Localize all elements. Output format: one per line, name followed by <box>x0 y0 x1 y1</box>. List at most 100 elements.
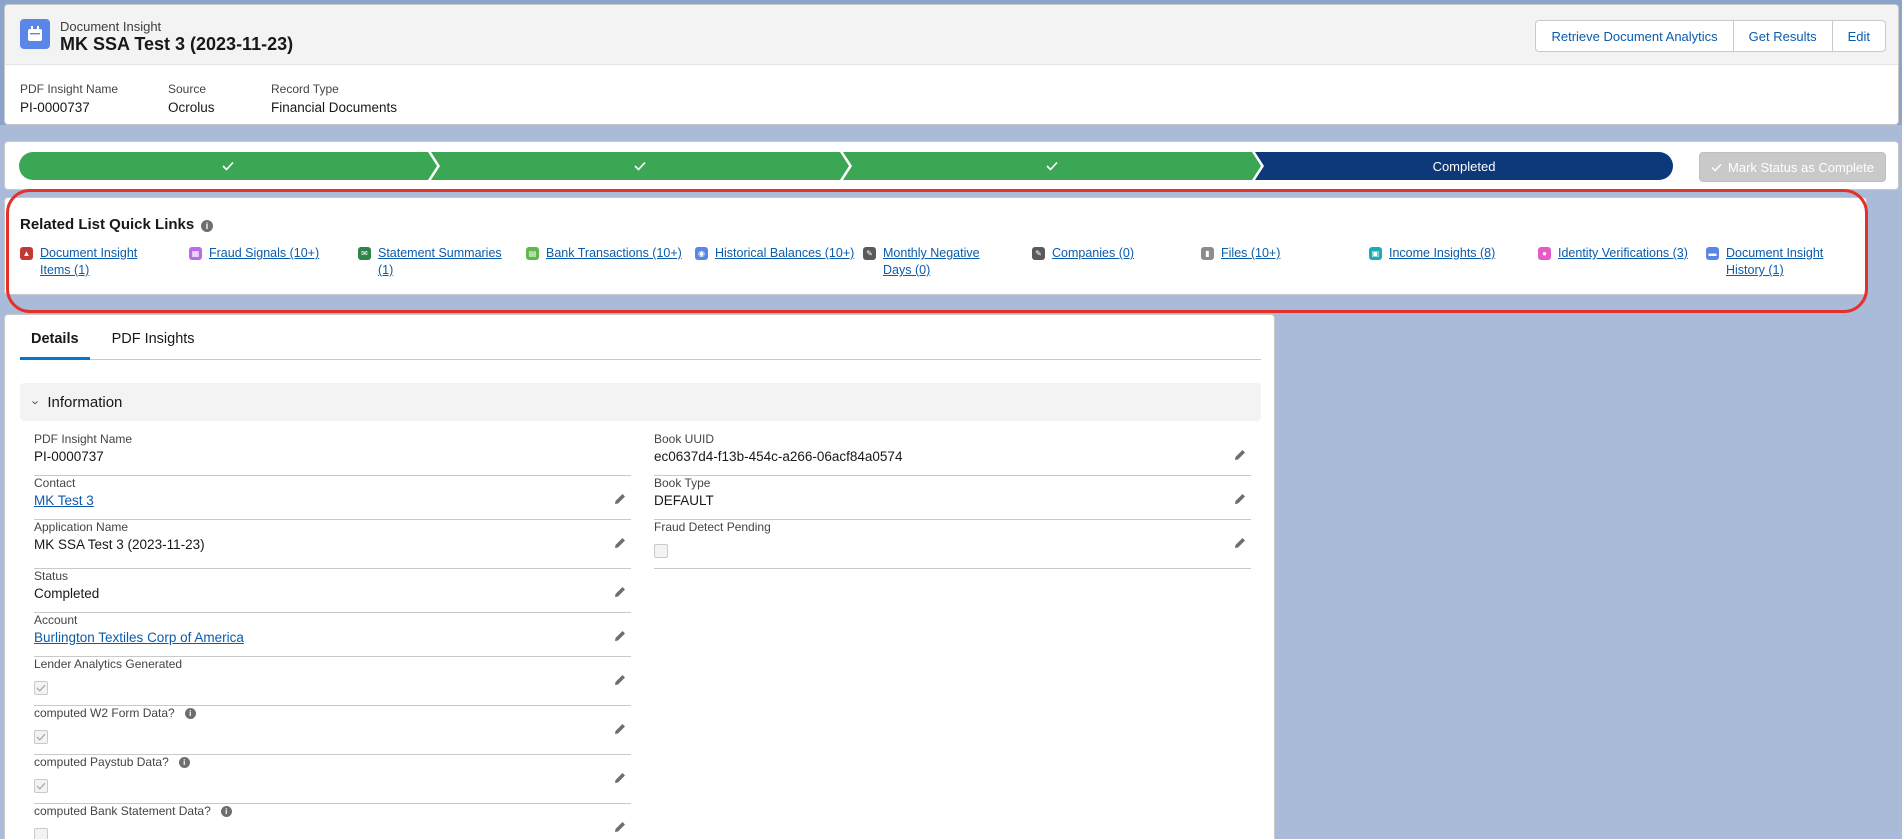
field-label: Account <box>34 613 78 627</box>
info-icon[interactable]: i <box>201 220 213 232</box>
field-computed-paystub-data: computed Paystub Data? i <box>34 755 631 804</box>
field-computed-w2-form-data: computed W2 Form Data? i <box>34 706 631 755</box>
section-title: Information <box>47 393 123 411</box>
field-value: DEFAULT <box>654 493 714 508</box>
quick-link-statement-summaries[interactable]: ✉ Statement Summaries (1) <box>358 245 518 279</box>
mark-complete-label: Mark Status as Complete <box>1728 159 1874 175</box>
highlight-value: Ocrolus <box>168 100 215 115</box>
quick-link-monthly-negative-days[interactable]: ✎ Monthly Negative Days (0) <box>863 245 993 279</box>
related-list-quick-links: Related List Quick Links i ▲ Document In… <box>4 197 1867 295</box>
current-stage-label: Completed <box>1432 158 1496 174</box>
pencil-icon[interactable] <box>1233 536 1247 550</box>
field-label-text: computed Bank Statement Data? <box>34 804 211 818</box>
pencil-icon[interactable] <box>1233 492 1247 506</box>
status-path: Completed Mark Status as Complete <box>4 141 1899 190</box>
checked-checkbox <box>34 681 48 695</box>
field-label: Application Name <box>34 520 129 534</box>
quick-link-label[interactable]: Document Insight Items (1) <box>40 245 160 279</box>
field-pdf-insight-name: PDF Insight Name PI-0000737 <box>34 432 631 476</box>
field-label: computed W2 Form Data? i <box>34 706 196 720</box>
edit-button[interactable]: Edit <box>1831 20 1886 52</box>
tab-pdf-insights[interactable]: PDF Insights <box>101 325 206 360</box>
quick-link-document-insight-history[interactable]: ▬ Document Insight History (1) <box>1706 245 1851 279</box>
highlight-value: Financial Documents <box>271 100 398 115</box>
info-icon[interactable]: i <box>178 756 190 768</box>
file-icon: ▮ <box>1201 247 1214 260</box>
document-insight-history-icon: ▬ <box>1706 247 1719 260</box>
quick-link-label[interactable]: Fraud Signals (10+) <box>209 245 319 262</box>
pencil-icon[interactable] <box>613 820 627 834</box>
field-account: Account Burlington Textiles Corp of Amer… <box>34 613 631 657</box>
quick-link-label[interactable]: Monthly Negative Days (0) <box>883 245 993 279</box>
get-results-button[interactable]: Get Results <box>1732 20 1833 52</box>
field-computed-bank-statement-data: computed Bank Statement Data? i <box>34 804 631 839</box>
path-stages: Completed <box>19 152 1673 180</box>
info-icon[interactable]: i <box>184 707 196 719</box>
check-icon <box>222 161 234 171</box>
quick-link-label[interactable]: Document Insight History (1) <box>1726 245 1851 279</box>
field-status: Status Completed <box>34 569 631 613</box>
field-label: Book UUID <box>654 432 715 446</box>
path-stage-current[interactable]: Completed <box>1255 152 1673 180</box>
field-label: Fraud Detect Pending <box>654 520 771 534</box>
record-header: Document Insight MK SSA Test 3 (2023-11-… <box>4 4 1899 125</box>
info-icon[interactable]: i <box>220 805 232 817</box>
pencil-icon[interactable] <box>1233 448 1247 462</box>
highlight-label: Record Type <box>271 82 339 96</box>
quick-link-historical-balances[interactable]: ◉ Historical Balances (10+) <box>695 245 855 262</box>
path-stage-completed-1[interactable] <box>19 152 437 180</box>
contact-link[interactable]: MK Test 3 <box>34 493 94 508</box>
checked-checkbox <box>34 779 48 793</box>
quick-links-title: Related List Quick Links <box>20 216 195 233</box>
mark-status-complete-button[interactable]: Mark Status as Complete <box>1699 152 1886 182</box>
quick-link-income-insights[interactable]: ▣ Income Insights (8) <box>1369 245 1519 262</box>
field-label: PDF Insight Name <box>34 432 133 446</box>
retrieve-document-analytics-button[interactable]: Retrieve Document Analytics <box>1535 20 1734 52</box>
unchecked-checkbox <box>34 828 48 839</box>
field-value: PI-0000737 <box>34 449 104 464</box>
field-fraud-detect-pending: Fraud Detect Pending <box>654 520 1251 569</box>
record-detail-panel: Details PDF Insights › Information PDF I… <box>4 314 1275 839</box>
check-icon <box>36 733 46 741</box>
quick-link-document-insight-items[interactable]: ▲ Document Insight Items (1) <box>20 245 160 279</box>
field-label: Contact <box>34 476 76 490</box>
field-contact: Contact MK Test 3 <box>34 476 631 520</box>
quick-link-label[interactable]: Files (10+) <box>1221 245 1280 262</box>
quick-link-label[interactable]: Bank Transactions (10+) <box>546 245 682 262</box>
quick-link-label[interactable]: Companies (0) <box>1052 245 1134 262</box>
section-information-header[interactable]: › Information <box>20 383 1261 421</box>
tab-details[interactable]: Details <box>20 325 90 360</box>
quick-link-label[interactable]: Income Insights (8) <box>1389 245 1495 262</box>
income-insights-icon: ▣ <box>1369 247 1382 260</box>
field-book-type: Book Type DEFAULT <box>654 476 1251 520</box>
chevron-down-icon: › <box>28 399 44 405</box>
quick-link-label[interactable]: Historical Balances (10+) <box>715 245 854 262</box>
path-stage-completed-2[interactable] <box>431 152 849 180</box>
unchecked-checkbox <box>654 544 668 558</box>
quick-link-files[interactable]: ▮ Files (10+) <box>1201 245 1341 262</box>
field-label: Lender Analytics Generated <box>34 657 183 671</box>
identity-verifications-icon: ● <box>1538 247 1551 260</box>
quick-link-label[interactable]: Statement Summaries (1) <box>378 245 518 279</box>
quick-link-bank-transactions[interactable]: ▤ Bank Transactions (10+) <box>526 245 686 262</box>
quick-link-label[interactable]: Identity Verifications (3) <box>1558 245 1688 262</box>
pencil-icon[interactable] <box>613 771 627 785</box>
path-stage-completed-3[interactable] <box>843 152 1261 180</box>
quick-link-identity-verifications[interactable]: ● Identity Verifications (3) <box>1538 245 1698 262</box>
wrench-icon: ✎ <box>863 247 876 260</box>
document-insight-icon <box>20 19 50 49</box>
highlight-pdf-insight-name: PDF Insight Name PI-0000737 <box>20 82 118 115</box>
pencil-icon[interactable] <box>613 673 627 687</box>
pencil-icon[interactable] <box>613 722 627 736</box>
quick-link-companies[interactable]: ✎ Companies (0) <box>1032 245 1172 262</box>
quick-link-fraud-signals[interactable]: ▦ Fraud Signals (10+) <box>189 245 339 262</box>
check-icon <box>1046 161 1058 171</box>
field-label: Book Type <box>654 476 711 490</box>
check-icon <box>634 161 646 171</box>
pencil-icon[interactable] <box>613 629 627 643</box>
account-link[interactable]: Burlington Textiles Corp of America <box>34 630 244 645</box>
pencil-icon[interactable] <box>613 492 627 506</box>
check-icon <box>36 782 46 790</box>
pencil-icon[interactable] <box>613 536 627 550</box>
pencil-icon[interactable] <box>613 585 627 599</box>
